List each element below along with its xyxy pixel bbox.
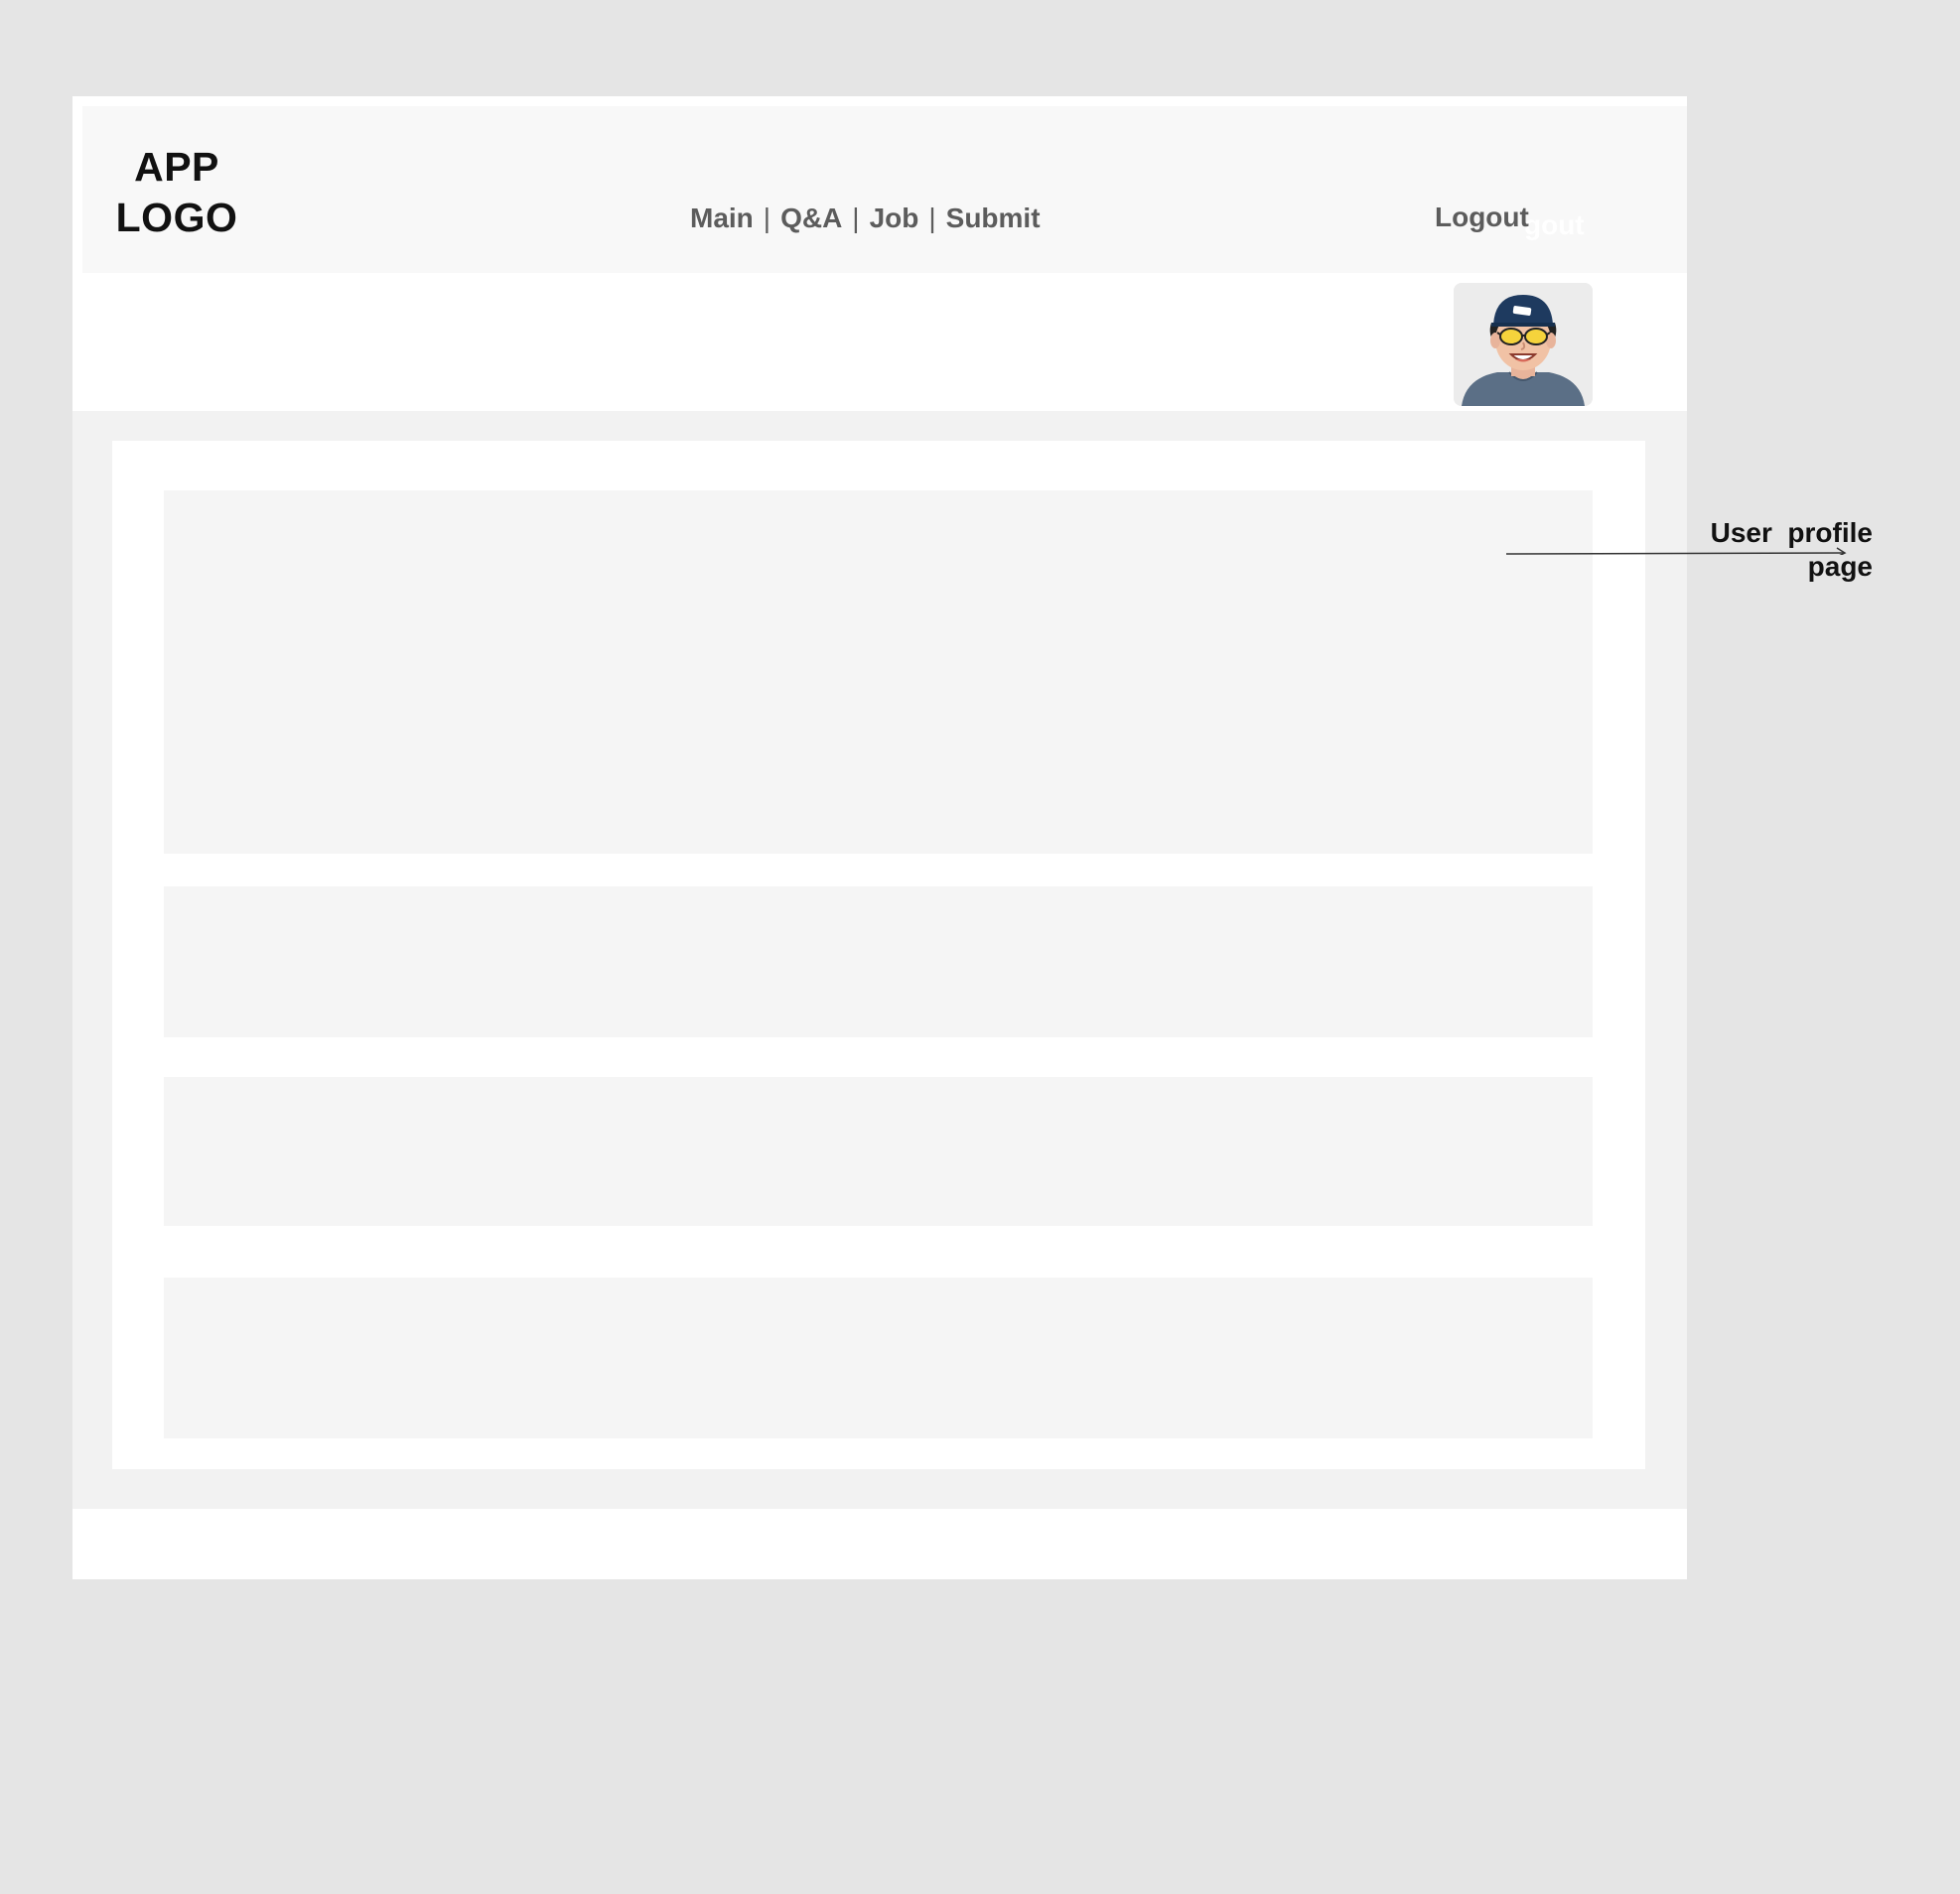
logo-line-1: APP — [134, 144, 219, 190]
annotation-line-1: User profile — [1710, 517, 1873, 548]
user-avatar[interactable] — [1454, 283, 1593, 406]
app-window: APP LOGO Main | Q&A | Job | Submit gout … — [72, 96, 1687, 1579]
nav-link-qa[interactable]: Q&A — [780, 203, 842, 234]
nav-link-main[interactable]: Main — [690, 203, 754, 234]
profile-panel-2 — [164, 886, 1593, 1037]
profile-panel-main — [164, 490, 1593, 854]
nav-link-submit[interactable]: Submit — [946, 203, 1041, 234]
annotation-label: User profile page — [1688, 516, 1873, 584]
nav-separator: | — [763, 203, 771, 233]
logo-line-2: LOGO — [115, 195, 238, 240]
logout-ghost-text: gout — [1524, 209, 1585, 240]
profile-panel-3 — [164, 1077, 1593, 1226]
user-avatar-icon — [1454, 283, 1593, 406]
nav-separator: | — [928, 203, 936, 233]
annotation-line-2: page — [1807, 551, 1873, 582]
nav-link-job[interactable]: Job — [870, 203, 919, 234]
nav-separator: | — [852, 203, 860, 233]
content-area — [72, 411, 1687, 1509]
profile-card — [112, 441, 1645, 1469]
logout-button[interactable]: Logout — [1435, 202, 1529, 233]
app-header: APP LOGO Main | Q&A | Job | Submit gout … — [82, 106, 1687, 273]
profile-panel-4 — [164, 1278, 1593, 1438]
app-logo[interactable]: APP LOGO — [102, 142, 251, 243]
main-nav: Main | Q&A | Job | Submit — [690, 199, 1041, 238]
